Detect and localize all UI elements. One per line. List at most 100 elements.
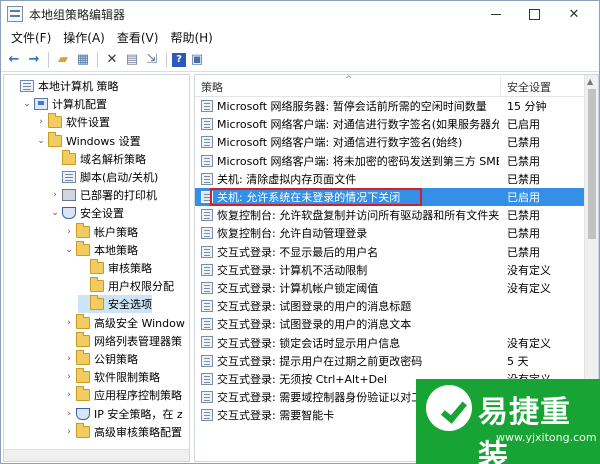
policy-row[interactable]: Microsoft 网络客户端: 对通信进行数字签名(始终) 已禁用 — [195, 133, 585, 151]
policy-item-icon — [201, 136, 213, 149]
tree-item[interactable]: › 应用程序控制策略 — [64, 386, 182, 404]
policy-name: 交互式登录: 计算机不活动限制 — [217, 263, 368, 277]
tree-item[interactable]: › 公钥策略 — [64, 350, 138, 368]
policy-name: 交互式登录: 不显示最后的用户名 — [217, 245, 379, 259]
policy-setting: 没有定义 — [507, 281, 551, 295]
expand-icon[interactable]: › — [36, 117, 46, 127]
toolbar-separator — [97, 51, 98, 68]
tree-item[interactable]: › 高级审核策略配置 — [64, 422, 182, 441]
policy-item-icon — [201, 409, 213, 422]
folder-icon — [76, 313, 90, 329]
tree-item[interactable]: 本地计算机 策略 — [8, 77, 119, 95]
tree-item[interactable]: › 高级安全 Window — [64, 313, 185, 332]
tree-item[interactable]: › 软件限制策略 — [64, 368, 160, 386]
tree-item[interactable]: ⌄ 计算机配置 — [22, 95, 107, 113]
tree-item[interactable]: ⌄ 本地策略 — [64, 240, 138, 259]
tree-item[interactable]: › 已部署的打印机 — [50, 186, 157, 204]
toolbar-separator — [166, 51, 167, 68]
tree-item[interactable]: ⌄ Windows 设置 — [36, 131, 141, 150]
policy-row[interactable]: 交互式登录: 不显示最后的用户名 已禁用 — [195, 243, 585, 261]
folder-icon — [76, 422, 90, 438]
tree-item[interactable]: 安全选项 — [78, 295, 152, 314]
shield-icon — [76, 407, 90, 420]
close-button[interactable]: ✕ — [557, 1, 591, 27]
export-icon[interactable]: ⇲ — [143, 51, 161, 69]
policy-row[interactable]: 交互式登录: 试图登录的用户的消息文本 — [195, 315, 585, 333]
policy-row[interactable]: 关机: 允许系统在未登录的情况下关闭 已启用 — [195, 187, 585, 207]
column-header-policy[interactable]: 策略 — [201, 79, 223, 95]
policy-row[interactable]: 恢复控制台: 允许软盘复制并访问所有驱动器和所有文件夹 已禁用 — [195, 206, 585, 224]
policy-item-icon — [201, 354, 213, 367]
view-icon[interactable]: ▣ — [188, 51, 206, 69]
collapse-icon[interactable]: ⌄ — [22, 99, 32, 109]
menu-action[interactable]: 操作(A) — [57, 29, 111, 46]
policy-row[interactable]: 关机: 清除虚拟内存页面文件 已禁用 — [195, 170, 585, 188]
collapse-icon[interactable]: ⌄ — [36, 136, 46, 146]
expand-icon[interactable]: › — [50, 190, 60, 200]
tree-horizontal-scrollbar[interactable] — [4, 449, 189, 461]
expand-icon[interactable]: › — [64, 409, 74, 419]
tree-item[interactable]: 用户权限分配 — [78, 277, 174, 295]
policy-setting: 已启用 — [507, 118, 540, 132]
tree-item[interactable]: 审核策略 — [78, 259, 152, 277]
list-header: 策略 ^ 安全设置 — [195, 75, 585, 97]
expand-icon[interactable]: › — [64, 354, 74, 364]
tree-item[interactable]: › IP 安全策略，在 z — [64, 405, 183, 423]
policy-item-icon — [201, 227, 213, 240]
expand-icon[interactable]: › — [64, 390, 74, 400]
policy-item-icon — [201, 300, 213, 313]
menu-file[interactable]: 文件(F) — [5, 29, 57, 46]
tree-item[interactable]: › 帐户策略 — [64, 222, 138, 241]
policy-row[interactable]: Microsoft 网络客户端: 对通信进行数字签名(如果服务器允... 已启用 — [195, 115, 585, 133]
expand-icon[interactable]: › — [64, 372, 74, 382]
policy-setting: 已禁用 — [507, 136, 540, 150]
policy-row[interactable]: 恢复控制台: 允许自动管理登录 已禁用 — [195, 224, 585, 242]
up-folder-icon[interactable]: ▰ — [54, 51, 72, 69]
policy-name: 关机: 清除虚拟内存页面文件 — [217, 172, 357, 186]
policy-row[interactable]: Microsoft 网络服务器: 暂停会话前所需的空闲时间数量 15 分钟 — [195, 97, 585, 115]
policy-row[interactable]: 交互式登录: 计算机不活动限制 没有定义 — [195, 261, 585, 279]
menu-view[interactable]: 查看(V) — [111, 29, 165, 46]
tree-pane[interactable]: 本地计算机 策略 ⌄ 计算机配置 › 软件设置 ⌄ Windows 设置 域名解析策略 脚本(启… — [3, 74, 190, 462]
scroll-thumb[interactable] — [588, 89, 596, 239]
tree-item[interactable]: › 软件设置 — [36, 113, 110, 131]
column-divider[interactable] — [500, 77, 501, 95]
menu-help[interactable]: 帮助(H) — [164, 29, 218, 46]
policy-rows: Microsoft 网络服务器: 暂停会话前所需的空闲时间数量 15 分钟 Micr… — [195, 97, 585, 424]
collapse-icon[interactable]: ⌄ — [50, 208, 60, 218]
expand-icon[interactable]: › — [64, 227, 74, 237]
tree-item-label: 公钥策略 — [94, 353, 138, 366]
policy-item-icon — [201, 154, 213, 167]
delete-icon[interactable]: ✕ — [103, 51, 121, 69]
collapse-icon[interactable]: ⌄ — [64, 245, 74, 255]
tree-item[interactable]: 域名解析策略 — [50, 149, 146, 168]
forward-arrow-icon[interactable]: → — [25, 51, 43, 69]
tree-item[interactable]: 脚本(启动/关机) — [50, 168, 158, 186]
expand-icon[interactable]: › — [64, 318, 74, 328]
policy-row[interactable]: 交互式登录: 计算机帐户锁定阈值 没有定义 — [195, 279, 585, 297]
scroll-up-icon[interactable]: ▲ — [587, 77, 593, 86]
back-arrow-icon[interactable]: ← — [5, 51, 23, 69]
expand-icon[interactable]: › — [64, 427, 74, 437]
watermark-url: www.yjxitong.com — [496, 431, 597, 444]
help-icon[interactable]: ? — [172, 52, 186, 67]
minimize-button[interactable] — [479, 1, 513, 27]
policy-row[interactable]: Microsoft 网络客户端: 将未加密的密码发送到第三方 SMB... 已禁用 — [195, 152, 585, 170]
tree-item-label: 安全设置 — [80, 207, 124, 221]
tree-item-label: 软件设置 — [66, 116, 110, 130]
tree-item[interactable]: 网络列表管理器策 — [64, 331, 182, 350]
policy-name: Microsoft 网络客户端: 将未加密的密码发送到第三方 SMB... — [217, 154, 499, 168]
policy-row[interactable]: 交互式登录: 锁定会话时显示用户信息 没有定义 — [195, 333, 585, 351]
policy-row[interactable]: 交互式登录: 试图登录的用户的消息标题 — [195, 297, 585, 315]
policy-item-icon — [201, 209, 213, 222]
policy-row[interactable]: 交互式登录: 提示用户在过期之前更改密码 5 天 — [195, 352, 585, 370]
policy-item-icon — [201, 372, 213, 385]
show-tree-icon[interactable]: ▦ — [74, 51, 92, 69]
column-header-setting[interactable]: 安全设置 — [507, 79, 551, 95]
policy-item-icon — [201, 281, 213, 294]
properties-icon[interactable]: ▤ — [123, 51, 141, 69]
tree-item[interactable]: ⌄ 安全设置 — [50, 204, 124, 222]
maximize-button[interactable] — [517, 1, 551, 27]
policy-setting: 已禁用 — [507, 245, 540, 259]
policy-item-icon — [201, 391, 213, 403]
